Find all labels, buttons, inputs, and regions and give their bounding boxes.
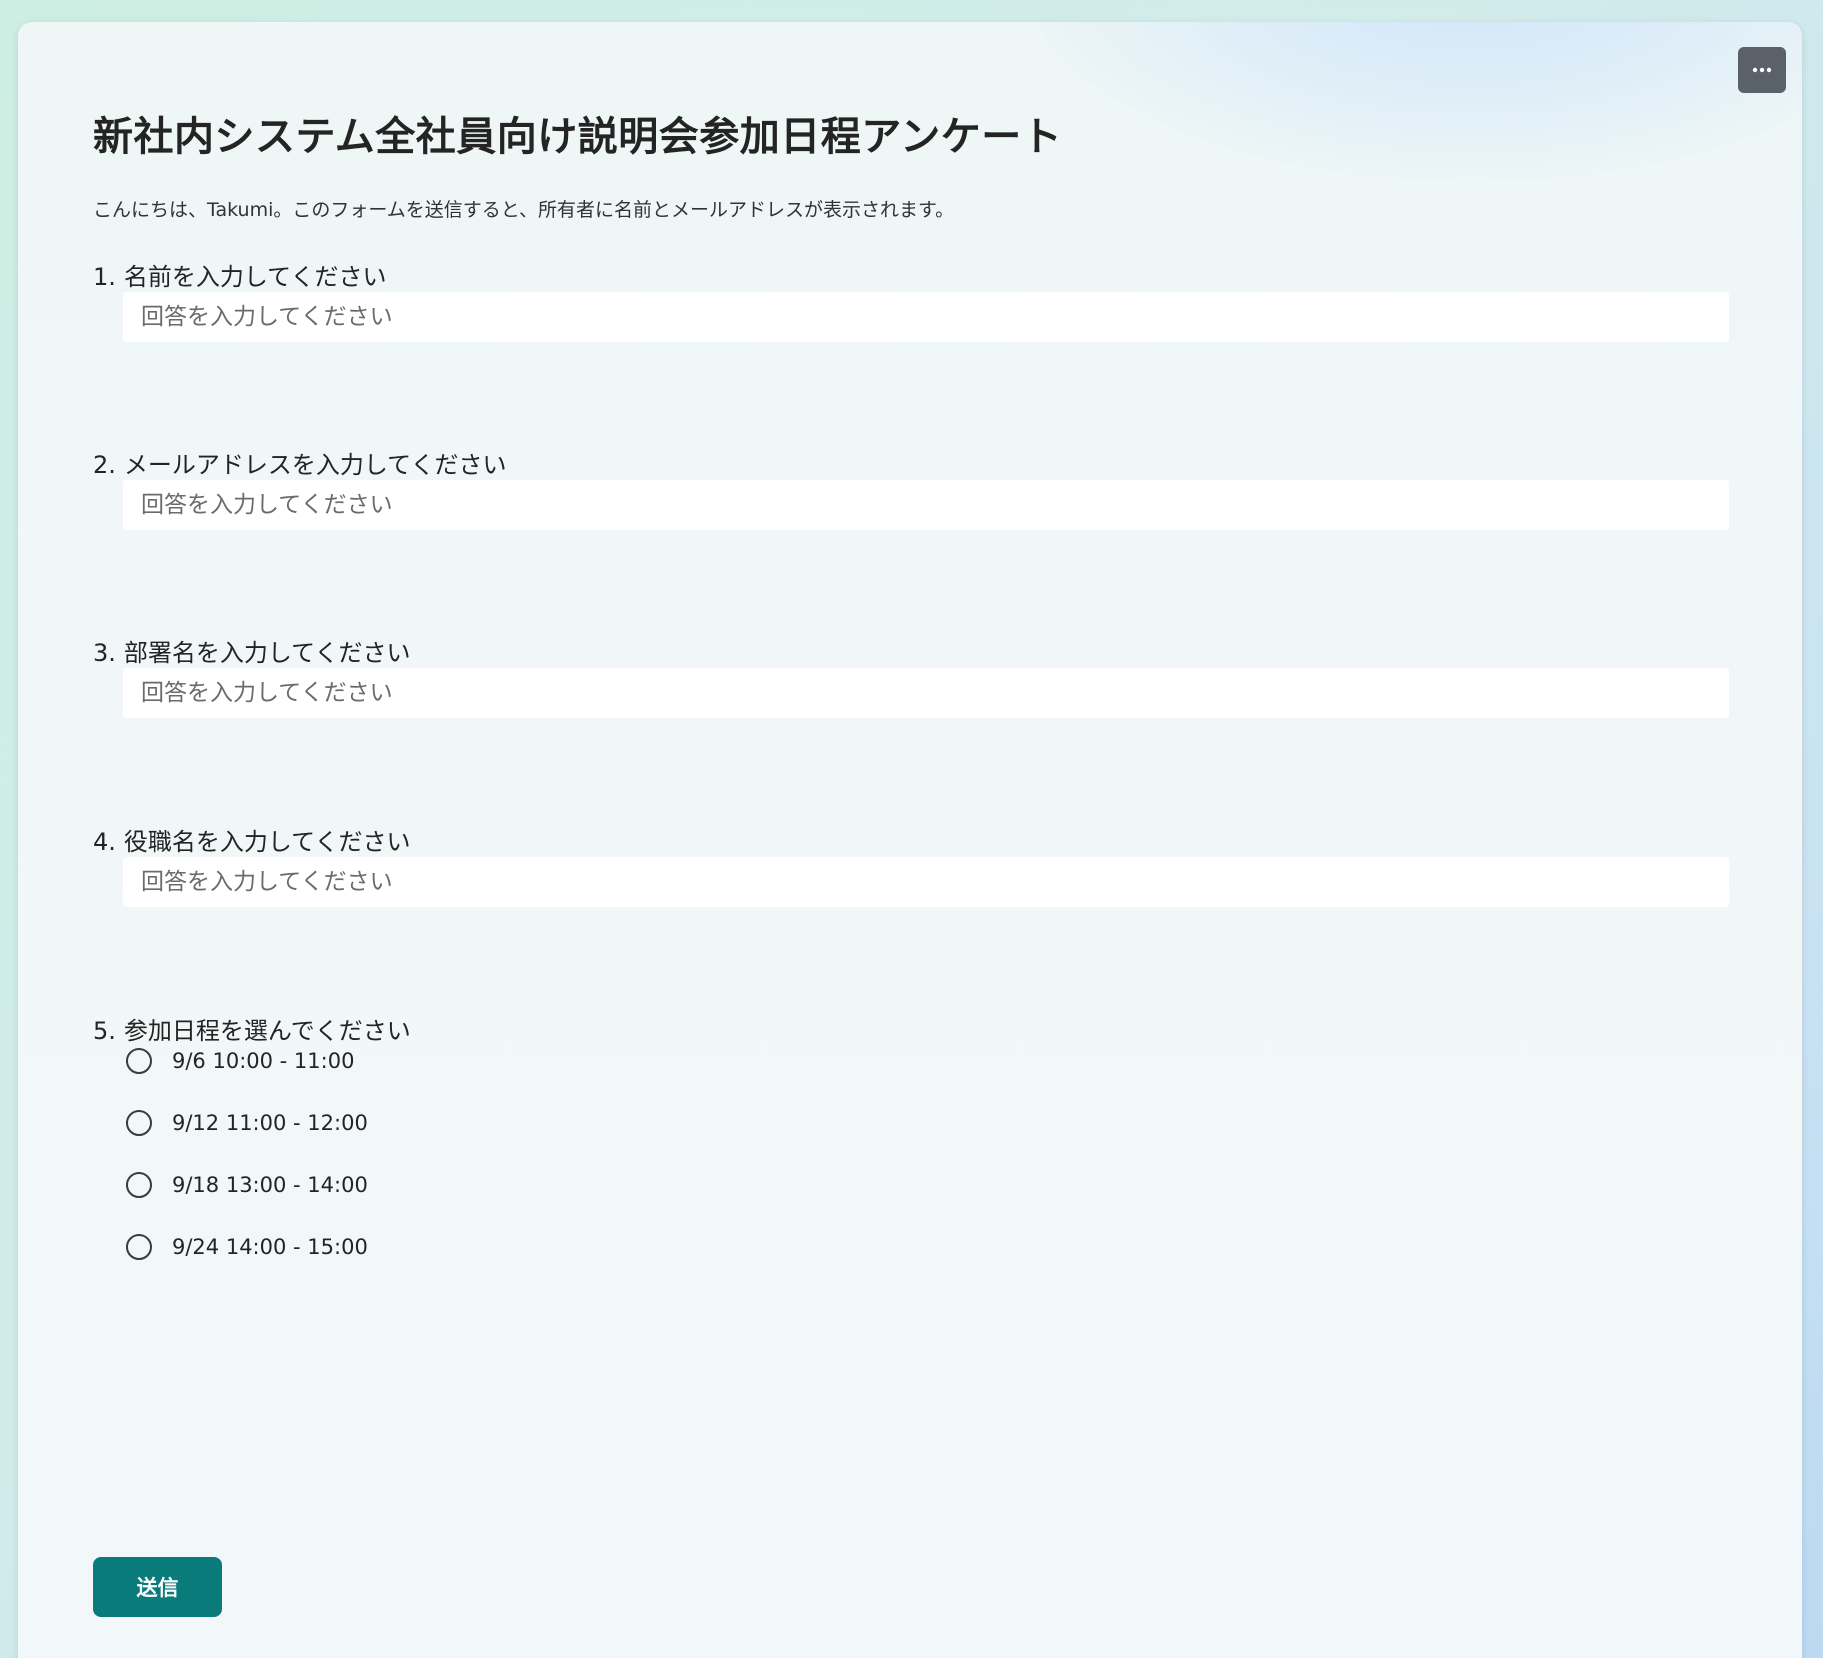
question-3-label: 3. 部署名を入力してください [93,633,410,668]
radio-circle-icon[interactable] [126,1172,152,1198]
radio-option-label: 9/24 14:00 - 15:00 [172,1235,368,1259]
question-text: 役職名を入力してください [123,828,411,856]
radio-option-label: 9/6 10:00 - 11:00 [172,1049,355,1073]
radio-circle-icon[interactable] [126,1110,152,1136]
date-option-radio[interactable]: 9/18 13:00 - 14:00 [126,1169,368,1201]
question-number: 2. [93,451,116,479]
position-input[interactable] [123,857,1729,907]
more-horizontal-icon [1752,67,1772,73]
question-number: 3. [93,639,116,667]
date-option-radio[interactable]: 9/24 14:00 - 15:00 [126,1231,368,1263]
name-input[interactable] [123,292,1729,342]
question-5-label: 5. 参加日程を選んでください [93,1011,411,1046]
question-text: 名前を入力してください [123,263,387,291]
date-option-radio[interactable]: 9/12 11:00 - 12:00 [126,1107,368,1139]
question-1-label: 1. 名前を入力してください [93,257,386,292]
question-text: 参加日程を選んでください [123,1017,411,1045]
question-text: メールアドレスを入力してください [123,451,507,479]
question-number: 1. [93,263,116,291]
more-options-button[interactable] [1738,47,1786,93]
submit-button[interactable]: 送信 [93,1557,222,1617]
radio-option-label: 9/12 11:00 - 12:00 [172,1111,368,1135]
question-4-label: 4. 役職名を入力してください [93,822,410,857]
form-subtitle: こんにちは、Takumi。このフォームを送信すると、所有者に名前とメールアドレス… [93,199,955,221]
question-number: 4. [93,828,116,856]
question-2-label: 2. メールアドレスを入力してください [93,445,506,480]
question-text: 部署名を入力してください [123,639,411,667]
question-number: 5. [93,1017,116,1045]
date-option-radio[interactable]: 9/6 10:00 - 11:00 [126,1045,354,1077]
radio-circle-icon[interactable] [126,1234,152,1260]
department-input[interactable] [123,668,1729,718]
form-title: 新社内システム全社員向け説明会参加日程アンケート [93,114,1063,160]
radio-option-label: 9/18 13:00 - 14:00 [172,1173,368,1197]
form-card: 新社内システム全社員向け説明会参加日程アンケート こんにちは、Takumi。この… [18,22,1802,1658]
email-input[interactable] [123,480,1729,530]
radio-circle-icon[interactable] [126,1048,152,1074]
